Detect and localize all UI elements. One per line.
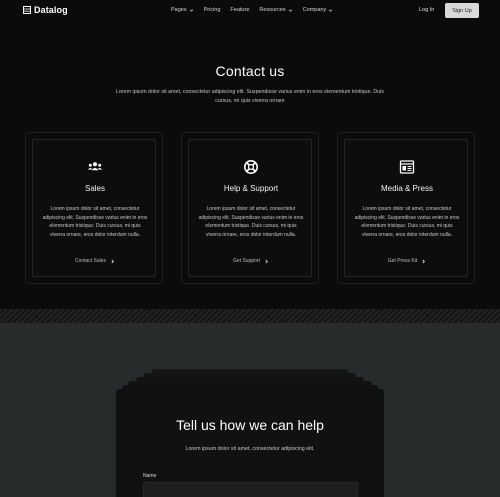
get-press-kit-link[interactable]: Get Press Kit bbox=[345, 258, 469, 264]
card-body: Sales Lorem ipsum dolor sit amet, consec… bbox=[32, 139, 156, 277]
signup-button[interactable]: Sign Up bbox=[445, 3, 479, 18]
menu-label: Resources bbox=[259, 7, 286, 13]
menu-label: Pricing bbox=[203, 7, 221, 13]
card-link-label: Get Support bbox=[233, 258, 260, 264]
menu-label: Pages bbox=[171, 7, 187, 13]
card-title: Sales bbox=[84, 184, 105, 193]
chevron-right-icon bbox=[111, 259, 114, 263]
card-title: Media & Press bbox=[380, 184, 434, 193]
menu-item-pages[interactable]: Pages bbox=[171, 7, 194, 13]
login-link[interactable]: Log In bbox=[419, 7, 434, 13]
database-icon bbox=[23, 6, 31, 14]
menu-label: Feature bbox=[230, 7, 250, 13]
card-body: Media & Press Lorem ipsum dolor sit amet… bbox=[344, 139, 468, 277]
menu-item-feature[interactable]: Feature bbox=[230, 7, 249, 13]
get-support-link[interactable]: Get Support bbox=[189, 258, 313, 264]
card-description: Lorem ipsum dolor sit amet, consectetur … bbox=[198, 206, 304, 238]
team-icon bbox=[87, 162, 103, 171]
page-subtitle: Lorem ipsum dolor sit amet, consectetur … bbox=[116, 89, 384, 104]
card-link-label: Contact Sales bbox=[74, 258, 107, 264]
lifebuoy-icon bbox=[244, 160, 258, 174]
menu-item-company[interactable]: Company bbox=[303, 7, 334, 13]
newspaper-icon bbox=[399, 160, 415, 174]
brand-name: Datalog bbox=[34, 5, 68, 15]
chevron-right-icon bbox=[265, 259, 268, 263]
contact-sales-link[interactable]: Contact Sales bbox=[33, 258, 157, 264]
chevron-down-icon bbox=[328, 9, 333, 12]
card-description: Lorem ipsum dolor sit amet, consectetur … bbox=[42, 206, 148, 238]
menu-label: Company bbox=[302, 7, 327, 13]
name-input[interactable] bbox=[143, 482, 358, 497]
card-body: Help & Support Lorem ipsum dolor sit ame… bbox=[188, 139, 312, 277]
contact-card-media: Media & Press Lorem ipsum dolor sit amet… bbox=[337, 132, 475, 284]
menu-item-pricing[interactable]: Pricing bbox=[204, 7, 221, 13]
brand-logo[interactable]: Datalog bbox=[23, 5, 68, 15]
name-label: Name bbox=[143, 473, 157, 479]
help-subtitle: Lorem ipsum dolor sit amet, consectetur … bbox=[185, 446, 315, 452]
main-menu: Pages Pricing Feature Resources Company bbox=[171, 7, 343, 13]
menu-item-resources[interactable]: Resources bbox=[259, 7, 292, 13]
stripe-divider bbox=[0, 309, 500, 323]
chevron-down-icon bbox=[189, 9, 193, 12]
navbar: Datalog Pages Pricing Feature Resources … bbox=[0, 0, 500, 22]
help-form-panel: Tell us how we can help Lorem ipsum dolo… bbox=[116, 389, 384, 497]
help-title: Tell us how we can help bbox=[176, 417, 324, 433]
chevron-down-icon bbox=[288, 9, 292, 12]
chevron-right-icon bbox=[422, 259, 426, 263]
contact-card-support: Help & Support Lorem ipsum dolor sit ame… bbox=[181, 132, 319, 284]
card-description: Lorem ipsum dolor sit amet, consectetur … bbox=[354, 206, 460, 238]
page-title: Contact us bbox=[215, 63, 285, 79]
card-link-label: Get Press Kit bbox=[387, 258, 418, 264]
contact-card-sales: Sales Lorem ipsum dolor sit amet, consec… bbox=[25, 132, 163, 284]
card-title: Help & Support bbox=[223, 184, 279, 193]
